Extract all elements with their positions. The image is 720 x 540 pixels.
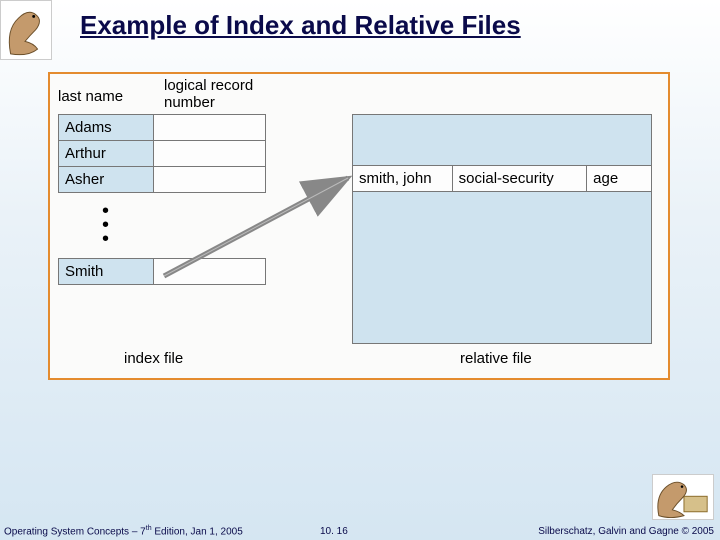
table-row: smith, john social-security age <box>353 166 652 192</box>
header-last-name: last name <box>58 88 123 105</box>
record-age: age <box>587 166 652 192</box>
table-row: Adams <box>59 115 266 141</box>
footer-left: Operating System Concepts – 7th Edition,… <box>4 525 243 537</box>
ellipsis-icon: ••• <box>102 204 109 246</box>
footer-page-number: 10. 16 <box>320 526 348 537</box>
record-ssn: social-security <box>452 166 587 192</box>
record-name: smith, john <box>353 166 453 192</box>
footer-copyright: Silberschatz, Galvin and Gagne © 2005 <box>538 526 714 537</box>
dinosaur-logo-top <box>0 0 52 60</box>
index-smith-row: Smith <box>58 258 266 285</box>
slide-footer: Operating System Concepts – 7th Edition,… <box>0 522 720 540</box>
index-file-caption: index file <box>124 350 183 367</box>
header-logical-record: logical record <box>164 77 253 94</box>
slide-title: Example of Index and Relative Files <box>80 10 521 41</box>
diagram-panel: last name logical record number Adams Ar… <box>48 72 670 380</box>
index-table: Adams Arthur Asher <box>58 114 266 193</box>
table-row: Arthur <box>59 141 266 167</box>
table-row: Smith <box>59 259 266 285</box>
index-name: Arthur <box>59 141 154 167</box>
relative-file-caption: relative file <box>460 350 532 367</box>
table-row: Asher <box>59 167 266 193</box>
index-name: Asher <box>59 167 154 193</box>
index-name: Adams <box>59 115 154 141</box>
header-number: number <box>164 94 215 111</box>
relative-file-block <box>352 114 652 344</box>
dinosaur-logo-bottom <box>652 474 714 520</box>
index-name: Smith <box>59 259 154 285</box>
record-row: smith, john social-security age <box>352 165 652 192</box>
